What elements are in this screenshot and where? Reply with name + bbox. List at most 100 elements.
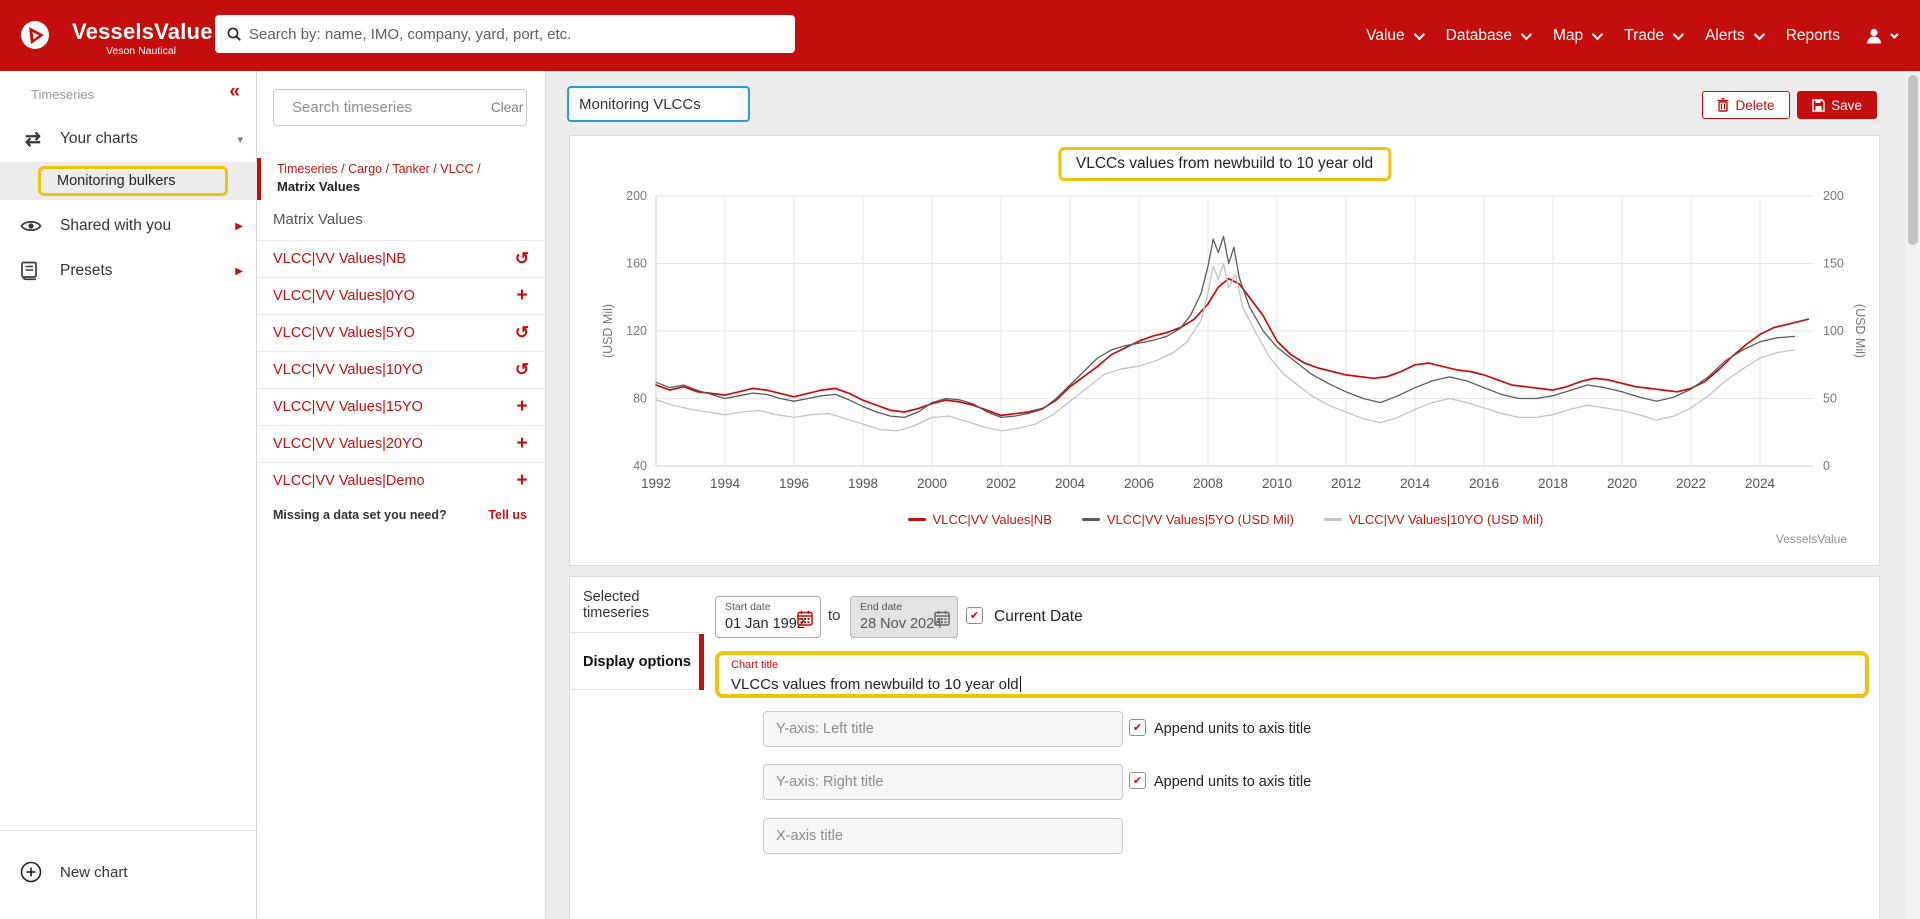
category-header[interactable]: Matrix Values: [273, 211, 363, 228]
collapse-sidebar-icon[interactable]: «: [229, 81, 240, 103]
chart-title-field-label: Chart title: [731, 659, 778, 671]
svg-text:2006: 2006: [1124, 476, 1154, 491]
svg-text:2016: 2016: [1469, 476, 1499, 491]
append-units-right-checkbox[interactable]: ✔: [1129, 772, 1146, 789]
nav-item-database[interactable]: Database: [1446, 27, 1529, 45]
tab-selected-timeseries[interactable]: Selected timeseries: [570, 577, 704, 633]
timeseries-list: VLCC|VV Values|NB↺VLCC|VV Values|0YO+VLC…: [257, 240, 546, 499]
calendar-icon[interactable]: [797, 610, 813, 626]
delete-label: Delete: [1735, 98, 1774, 113]
legend-swatch: [1324, 518, 1342, 521]
timeseries-row[interactable]: VLCC|VV Values|20YO+: [257, 425, 546, 462]
nav-item-trade[interactable]: Trade: [1624, 27, 1681, 45]
add-icon[interactable]: +: [512, 470, 532, 492]
nav-item-reports[interactable]: Reports: [1786, 27, 1840, 45]
nav-item-alerts[interactable]: Alerts: [1705, 27, 1762, 45]
svg-text:1996: 1996: [779, 476, 809, 491]
page-scrollbar[interactable]: [1906, 71, 1920, 919]
breadcrumb-current: Matrix Values: [277, 179, 546, 194]
add-icon[interactable]: +: [512, 396, 532, 418]
breadcrumb-path[interactable]: Timeseries / Cargo / Tanker / VLCC /: [277, 162, 546, 176]
missing-dataset-footer: Missing a data set you need? Tell us: [273, 508, 527, 522]
text-cursor: [1020, 676, 1021, 692]
navbar-menu: Value Database Map Trade Alerts Reports: [1366, 0, 1896, 71]
scrollbar-thumb[interactable]: [1908, 75, 1918, 245]
global-search-input[interactable]: [249, 26, 783, 43]
timeseries-row[interactable]: VLCC|VV Values|Demo +: [257, 462, 546, 499]
timeseries-browser-panel: Clear Timeseries / Cargo / Tanker / VLCC…: [257, 71, 546, 919]
svg-text:2000: 2000: [917, 476, 947, 491]
timeseries-search-input[interactable]: [292, 99, 491, 116]
svg-text:2012: 2012: [1331, 476, 1361, 491]
sidebar-item-shared-with-you[interactable]: Shared with you ▶: [0, 207, 257, 245]
timeseries-row[interactable]: VLCC|VV Values|15YO+: [257, 388, 546, 425]
tab-label: Selected timeseries: [583, 589, 704, 621]
add-icon[interactable]: +: [512, 285, 532, 307]
logo-title: VesselsValue: [72, 19, 213, 45]
undo-icon[interactable]: ↺: [512, 323, 532, 343]
legend-item[interactable]: VLCC|VV Values|NB: [908, 512, 1052, 527]
x-axis-title-input[interactable]: [763, 818, 1123, 854]
append-units-left-checkbox[interactable]: ✔: [1129, 719, 1146, 736]
y-axis-left-title-input[interactable]: [763, 711, 1123, 747]
selected-chart-highlight[interactable]: Monitoring bulkers: [38, 166, 228, 196]
start-date-picker[interactable]: Start date 01 Jan 1992: [715, 596, 821, 638]
tell-us-link[interactable]: Tell us: [488, 508, 527, 522]
legend-item[interactable]: VLCC|VV Values|5YO (USD Mil): [1082, 512, 1294, 527]
timeseries-row[interactable]: VLCC|VV Values|0YO +: [257, 277, 546, 314]
chart-title-input[interactable]: Chart title VLCCs values from newbuild t…: [715, 651, 1869, 698]
timeseries-row[interactable]: VLCC|VV Values|5YO↺: [257, 314, 546, 351]
timeseries-label: VLCC|VV Values|10YO: [273, 362, 423, 378]
sidebar-item-your-charts[interactable]: ⇄ Your charts ▾: [0, 120, 257, 158]
nav-item-value[interactable]: Value: [1366, 27, 1422, 45]
chart-title-field-value: VLCCs values from newbuild to 10 year ol…: [731, 676, 1019, 693]
undo-icon[interactable]: ↺: [512, 249, 532, 269]
chevron-down-icon: [1592, 28, 1603, 39]
undo-icon[interactable]: ↺: [512, 360, 532, 380]
legend-item[interactable]: VLCC|VV Values|10YO (USD Mil): [1324, 512, 1543, 527]
timeseries-label: VLCC|VV Values|0YO: [273, 288, 415, 304]
svg-text:1998: 1998: [848, 476, 878, 491]
sidebar-item-monitoring-bulkers[interactable]: Monitoring bulkers: [0, 162, 257, 200]
delete-button[interactable]: Delete: [1702, 91, 1790, 119]
timeseries-search-bar[interactable]: Clear: [273, 89, 527, 126]
sidebar-section-label: Timeseries: [31, 87, 94, 102]
new-chart-button[interactable]: New chart: [0, 853, 257, 891]
clear-search-button[interactable]: Clear: [491, 100, 523, 115]
svg-text:2018: 2018: [1538, 476, 1568, 491]
save-button[interactable]: Save: [1797, 91, 1877, 119]
chart-title-highlight: VLCCs values from newbuild to 10 year ol…: [1058, 147, 1391, 181]
sidebar-divider: [0, 830, 257, 831]
chevron-down-icon: [1890, 30, 1898, 38]
expand-right-icon: ▶: [235, 221, 243, 232]
sidebar-item-label: Your charts: [60, 130, 138, 148]
timeseries-row[interactable]: VLCC|VV Values|NB↺: [257, 240, 546, 277]
global-search-bar[interactable]: [215, 15, 795, 53]
chart-card: VLCCs values from newbuild to 10 year ol…: [569, 135, 1880, 566]
chevron-down-icon: [1413, 28, 1424, 39]
sidebar-item-presets[interactable]: Presets ▶: [0, 252, 257, 290]
timeseries-row[interactable]: VLCC|VV Values|10YO ↺: [257, 351, 546, 388]
missing-dataset-text: Missing a data set you need?: [273, 508, 447, 522]
y-axis-right-title-input[interactable]: [763, 764, 1123, 800]
new-chart-label: New chart: [60, 864, 128, 881]
current-date-checkbox[interactable]: ✔: [966, 607, 983, 624]
chart-title-text: VLCCs values from newbuild to 10 year ol…: [1076, 155, 1373, 173]
date-range-to-label: to: [828, 607, 841, 624]
check-icon: ✔: [1133, 721, 1142, 734]
chart-name-input[interactable]: [567, 86, 750, 122]
tab-display-options[interactable]: Display options: [570, 634, 704, 690]
svg-text:1992: 1992: [641, 476, 671, 491]
nav-item-map[interactable]: Map: [1553, 27, 1600, 45]
chart-options-panel: Selected timeseries Display options Star…: [569, 576, 1880, 919]
tab-label: Display options: [583, 654, 691, 670]
nav-item-label: Value: [1366, 27, 1405, 45]
timeseries-label: VLCC|VV Values|Demo: [273, 473, 425, 489]
svg-text:40: 40: [633, 459, 647, 473]
check-icon: ✔: [1133, 774, 1142, 787]
expand-right-icon: ▶: [235, 266, 243, 277]
user-menu[interactable]: [1864, 26, 1896, 46]
chart-canvas[interactable]: 1992199419961998200020022004200620082010…: [570, 136, 1881, 567]
add-icon[interactable]: +: [512, 433, 532, 455]
svg-text:2010: 2010: [1262, 476, 1292, 491]
